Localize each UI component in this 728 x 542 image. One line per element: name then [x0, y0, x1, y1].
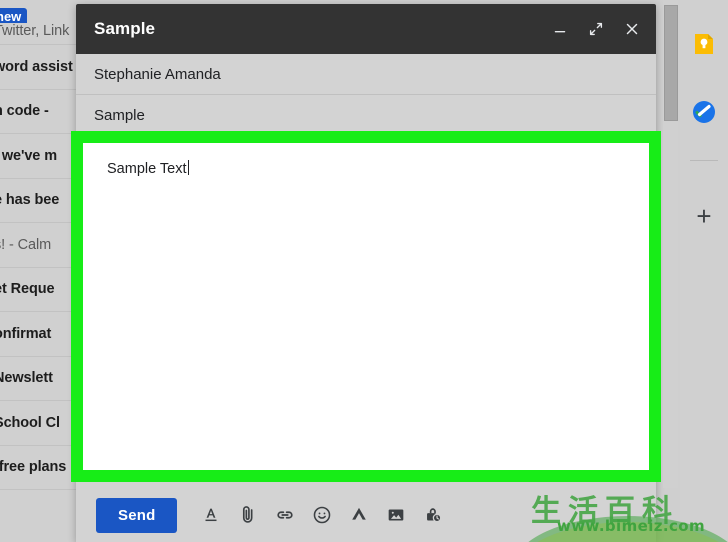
insert-photo-icon[interactable] — [384, 503, 408, 527]
list-item-snippet: School Cl — [0, 414, 60, 431]
compose-title-bar[interactable]: Sample — [76, 4, 656, 54]
highlight-annotation: Sample Text — [71, 131, 661, 482]
scrollbar-thumb[interactable] — [664, 5, 678, 121]
google-keep-icon[interactable] — [692, 32, 716, 56]
recipients-field[interactable]: Stephanie Amanda — [76, 54, 656, 95]
text-caret — [187, 160, 190, 175]
list-item[interactable]: word assist — [0, 45, 85, 90]
list-item-snippet: s! - Calm — [0, 236, 52, 253]
attach-file-icon[interactable] — [236, 503, 260, 527]
message-body-text: Sample Text — [107, 160, 190, 177]
compose-title: Sample — [94, 19, 156, 38]
insert-link-icon[interactable] — [273, 503, 297, 527]
list-item[interactable]: n code - — [0, 90, 85, 134]
close-icon[interactable] — [622, 19, 642, 39]
message-body-input[interactable]: Sample Text — [83, 143, 649, 470]
list-item-snippet: et Reque — [0, 281, 55, 298]
list-item-snippet: -free plans — [0, 459, 67, 476]
watermark-url: www.bimeiz.com — [557, 517, 705, 535]
toolbar-icons — [199, 503, 445, 527]
rail-divider — [690, 160, 718, 161]
insert-emoji-icon[interactable] — [310, 503, 334, 527]
list-item-snippet: n code - — [0, 103, 49, 120]
subject-value: Sample — [94, 106, 145, 124]
list-item-snippet: e has bee — [0, 192, 60, 209]
expand-icon[interactable] — [586, 19, 606, 39]
screen: new Twitter, Link word assist n code - ,… — [0, 0, 728, 542]
confidential-mode-icon[interactable] — [421, 503, 445, 527]
new-badge: new — [0, 8, 28, 23]
send-button[interactable]: Send — [96, 497, 178, 533]
subject-field[interactable]: Sample — [76, 95, 656, 136]
list-item-snippet: Twitter, Link — [0, 23, 70, 39]
watermark: 生活百科 www.bimeiz.com — [523, 484, 728, 542]
side-panel: + — [680, 0, 728, 542]
formatting-options-icon[interactable] — [199, 503, 223, 527]
google-tasks-icon[interactable] — [692, 100, 716, 124]
list-item[interactable]: new — [0, 0, 85, 23]
minimize-icon[interactable] — [550, 19, 570, 39]
window-controls — [550, 19, 642, 39]
google-drive-icon[interactable] — [347, 503, 371, 527]
add-apps-icon[interactable]: + — [692, 203, 716, 229]
list-item-snippet: word assist — [0, 58, 73, 75]
list-item[interactable]: Twitter, Link — [0, 23, 85, 45]
list-item-snippet: , we've m — [0, 147, 57, 164]
list-item-snippet: onfirmat — [0, 325, 52, 342]
recipients-value: Stephanie Amanda — [94, 65, 221, 83]
list-item-snippet: Newslett — [0, 370, 53, 387]
